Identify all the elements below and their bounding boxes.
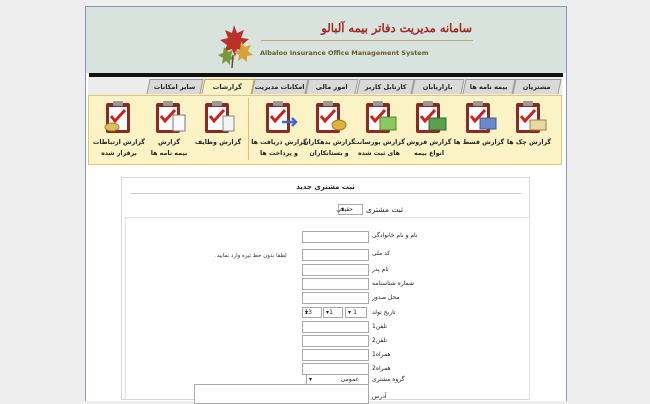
- tab-user-cartable[interactable]: کارتابل کاربر: [356, 79, 415, 94]
- register-customer-label: ثبت مشتری: [366, 205, 404, 214]
- customer-group-label: گروه مشتری: [372, 376, 405, 383]
- report-installments[interactable]: گزارش قسط ها: [451, 98, 507, 160]
- phone1-input[interactable]: [302, 321, 369, 333]
- tab-marketers[interactable]: بازاریابان: [411, 79, 465, 94]
- report-policies[interactable]: گزارش بیمه نامه ها: [141, 98, 197, 160]
- clipboard-card-icon: [466, 101, 497, 133]
- customer-type-select[interactable]: حقیقی: [336, 204, 363, 215]
- address-label: آدرس: [372, 393, 387, 400]
- phone1-label: تلفن1: [372, 323, 388, 330]
- tab-customers[interactable]: مشتریان: [512, 79, 562, 94]
- issue-place-label: محل صدور: [372, 294, 400, 301]
- clipboard-phone-icon: [104, 101, 130, 133]
- birth-day-select[interactable]: 1: [345, 307, 367, 318]
- mobile1-input[interactable]: [302, 349, 369, 361]
- father-name-input[interactable]: [302, 264, 369, 276]
- national-code-input[interactable]: [302, 249, 369, 261]
- birth-date-label: تاریخ تولد: [372, 309, 396, 316]
- report-sales[interactable]: گزارش فروش انواع بیمه: [401, 98, 457, 160]
- birth-month-select[interactable]: 1: [323, 307, 343, 318]
- full-name-label: نام و نام خانوادگی: [372, 232, 418, 239]
- tab-other[interactable]: سایر امکانات: [146, 79, 204, 94]
- report-checks[interactable]: گزارش چک ها: [501, 98, 557, 160]
- mobile2-label: همراه2: [372, 365, 391, 372]
- mobile1-label: همراه1: [372, 351, 391, 358]
- id-number-input[interactable]: [302, 278, 369, 290]
- report-tasks[interactable]: گزارش وظایف: [190, 98, 246, 160]
- national-code-hint: لطفا بدون خط تیره وارد نمایید.: [215, 253, 287, 259]
- issue-place-input[interactable]: [302, 292, 369, 304]
- app-title-fa: سامانه مدیریت دفاتر بیمه آلبالو: [321, 21, 472, 35]
- report-commissions[interactable]: گزارش پورسانت های ثبت شده: [351, 98, 407, 160]
- address-textarea[interactable]: [194, 384, 369, 404]
- birth-year-select[interactable]: 13: [302, 307, 322, 318]
- full-name-input[interactable]: [302, 231, 369, 243]
- form-title-divider: [130, 193, 522, 194]
- tab-policies[interactable]: بیمه نامه ها: [462, 79, 516, 94]
- form-title: ثبت مشتری جدید: [296, 183, 355, 191]
- id-number-label: شماره شناسنامه: [372, 280, 415, 287]
- maple-leaf-logo: [218, 25, 253, 69]
- phone2-input[interactable]: [302, 335, 369, 347]
- report-debtors[interactable]: گزارش بدهکاران و بستانکاران: [301, 98, 357, 160]
- group-separator: [248, 98, 249, 160]
- report-communications[interactable]: گزارش ارتباطات برقرار شده: [91, 98, 147, 160]
- tab-finance[interactable]: امور مالی: [305, 79, 359, 94]
- clipboard-document-icon: [156, 101, 186, 133]
- site-header: سامانه مدیریت دفاتر بیمه آلبالو Albaloo …: [86, 7, 566, 73]
- app-title-en: Albaloo Insurance Office Management Syst…: [260, 49, 429, 57]
- tab-reports[interactable]: گزارشات: [201, 79, 255, 94]
- clipboard-arrows-icon: [266, 101, 298, 133]
- phone2-label: تلفن2: [372, 337, 388, 344]
- clipboard-cash-icon: [366, 101, 397, 133]
- national-code-label: کد ملی: [372, 250, 391, 257]
- title-underline: [261, 40, 473, 41]
- tab-management[interactable]: امکانات مدیریت: [251, 79, 309, 94]
- father-name-label: نام پدر: [372, 266, 389, 273]
- clipboard-check-icon: [516, 101, 547, 133]
- clipboard-coins-icon: [316, 101, 347, 133]
- clipboard-list-icon: [205, 101, 235, 133]
- report-receipts-payments[interactable]: گزارش دریافت ها و پرداخت ها: [251, 98, 307, 160]
- clipboard-money-icon: [416, 101, 447, 133]
